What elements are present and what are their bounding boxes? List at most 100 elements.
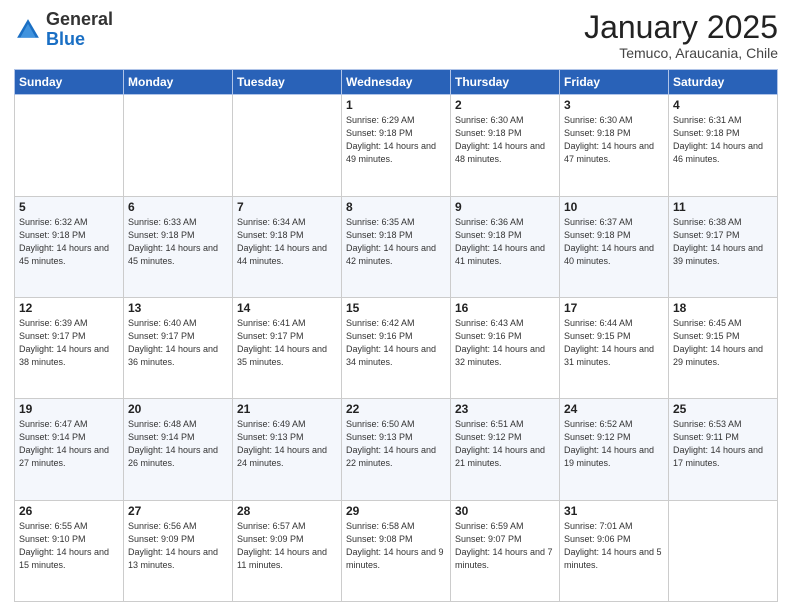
table-row: 19 Sunrise: 6:47 AM Sunset: 9:14 PM Dayli… <box>15 399 124 500</box>
logo-icon <box>14 16 42 44</box>
table-row: 8 Sunrise: 6:35 AM Sunset: 9:18 PM Daylig… <box>342 196 451 297</box>
table-row: 21 Sunrise: 6:49 AM Sunset: 9:13 PM Dayli… <box>233 399 342 500</box>
day-number: 19 <box>19 402 119 416</box>
day-number: 6 <box>128 200 228 214</box>
day-number: 24 <box>564 402 664 416</box>
table-row: 14 Sunrise: 6:41 AM Sunset: 9:17 PM Dayli… <box>233 297 342 398</box>
day-number: 18 <box>673 301 773 315</box>
table-row: 3 Sunrise: 6:30 AM Sunset: 9:18 PM Daylig… <box>560 95 669 196</box>
day-info: Sunrise: 6:45 AM Sunset: 9:15 PM Dayligh… <box>673 317 773 369</box>
day-info: Sunrise: 6:31 AM Sunset: 9:18 PM Dayligh… <box>673 114 773 166</box>
day-number: 5 <box>19 200 119 214</box>
table-row: 26Sunrise: 6:55 AM Sunset: 9:10 PM Dayli… <box>15 500 124 601</box>
day-info: Sunrise: 6:43 AM Sunset: 9:16 PM Dayligh… <box>455 317 555 369</box>
day-number: 4 <box>673 98 773 112</box>
table-row: 29 Sunrise: 6:58 AM Sunset: 9:08 PM Dayli… <box>342 500 451 601</box>
table-row: 12 Sunrise: 6:39 AM Sunset: 9:17 PM Dayli… <box>15 297 124 398</box>
day-number: 3 <box>564 98 664 112</box>
table-row: 22Sunrise: 6:50 AM Sunset: 9:13 PM Dayli… <box>342 399 451 500</box>
table-row: 9 Sunrise: 6:36 AM Sunset: 9:18 PM Daylig… <box>451 196 560 297</box>
day-number: 31 <box>564 504 664 518</box>
header: General Blue January 2025 Temuco, Arauca… <box>14 10 778 61</box>
day-info: Sunrise: 6:58 AM Sunset: 9:08 PM Dayligh… <box>346 520 446 572</box>
day-number: 12 <box>19 301 119 315</box>
calendar: Sunday Monday Tuesday Wednesday Thursday… <box>14 69 778 602</box>
day-number: 20 <box>128 402 228 416</box>
table-row: 2 Sunrise: 6:30 AM Sunset: 9:18 PM Daylig… <box>451 95 560 196</box>
day-info: Sunrise: 6:47 AM Sunset: 9:14 PM Dayligh… <box>19 418 119 470</box>
col-tuesday: Tuesday <box>233 70 342 95</box>
day-info: Sunrise: 6:35 AM Sunset: 9:18 PM Dayligh… <box>346 216 446 268</box>
col-wednesday: Wednesday <box>342 70 451 95</box>
day-info: Sunrise: 6:56 AM Sunset: 9:09 PM Dayligh… <box>128 520 228 572</box>
day-info: Sunrise: 6:59 AM Sunset: 9:07 PM Dayligh… <box>455 520 555 572</box>
day-number: 7 <box>237 200 337 214</box>
day-info: Sunrise: 6:30 AM Sunset: 9:18 PM Dayligh… <box>455 114 555 166</box>
day-info: Sunrise: 6:36 AM Sunset: 9:18 PM Dayligh… <box>455 216 555 268</box>
day-info: Sunrise: 6:33 AM Sunset: 9:18 PM Dayligh… <box>128 216 228 268</box>
day-number: 13 <box>128 301 228 315</box>
day-info: Sunrise: 6:49 AM Sunset: 9:13 PM Dayligh… <box>237 418 337 470</box>
day-info: Sunrise: 6:52 AM Sunset: 9:12 PM Dayligh… <box>564 418 664 470</box>
calendar-week-row: 1 Sunrise: 6:29 AM Sunset: 9:18 PM Daylig… <box>15 95 778 196</box>
day-number: 11 <box>673 200 773 214</box>
day-info: Sunrise: 6:48 AM Sunset: 9:14 PM Dayligh… <box>128 418 228 470</box>
col-saturday: Saturday <box>669 70 778 95</box>
logo: General Blue <box>14 10 113 50</box>
day-number: 26 <box>19 504 119 518</box>
calendar-header-row: Sunday Monday Tuesday Wednesday Thursday… <box>15 70 778 95</box>
day-number: 28 <box>237 504 337 518</box>
day-info: Sunrise: 6:42 AM Sunset: 9:16 PM Dayligh… <box>346 317 446 369</box>
day-number: 10 <box>564 200 664 214</box>
table-row: 10Sunrise: 6:37 AM Sunset: 9:18 PM Dayli… <box>560 196 669 297</box>
day-number: 27 <box>128 504 228 518</box>
table-row: 16 Sunrise: 6:43 AM Sunset: 9:16 PM Dayli… <box>451 297 560 398</box>
day-info: Sunrise: 6:32 AM Sunset: 9:18 PM Dayligh… <box>19 216 119 268</box>
day-number: 23 <box>455 402 555 416</box>
day-info: Sunrise: 6:39 AM Sunset: 9:17 PM Dayligh… <box>19 317 119 369</box>
table-row: 18 Sunrise: 6:45 AM Sunset: 9:15 PM Dayli… <box>669 297 778 398</box>
day-number: 2 <box>455 98 555 112</box>
day-number: 14 <box>237 301 337 315</box>
table-row: 27 Sunrise: 6:56 AM Sunset: 9:09 PM Dayli… <box>124 500 233 601</box>
table-row: 6 Sunrise: 6:33 AM Sunset: 9:18 PM Daylig… <box>124 196 233 297</box>
day-info: Sunrise: 6:53 AM Sunset: 9:11 PM Dayligh… <box>673 418 773 470</box>
logo-blue-text: Blue <box>46 29 85 49</box>
logo-text: General Blue <box>46 10 113 50</box>
col-friday: Friday <box>560 70 669 95</box>
calendar-week-row: 26Sunrise: 6:55 AM Sunset: 9:10 PM Dayli… <box>15 500 778 601</box>
day-info: Sunrise: 6:29 AM Sunset: 9:18 PM Dayligh… <box>346 114 446 166</box>
day-number: 25 <box>673 402 773 416</box>
table-row: 17 Sunrise: 6:44 AM Sunset: 9:15 PM Dayli… <box>560 297 669 398</box>
day-number: 8 <box>346 200 446 214</box>
table-row: 15 Sunrise: 6:42 AM Sunset: 9:16 PM Dayli… <box>342 297 451 398</box>
table-row <box>15 95 124 196</box>
col-sunday: Sunday <box>15 70 124 95</box>
month-title: January 2025 <box>584 10 778 45</box>
logo-general-text: General <box>46 9 113 29</box>
day-info: Sunrise: 7:01 AM Sunset: 9:06 PM Dayligh… <box>564 520 664 572</box>
calendar-week-row: 5 Sunrise: 6:32 AM Sunset: 9:18 PM Daylig… <box>15 196 778 297</box>
table-row <box>124 95 233 196</box>
page: General Blue January 2025 Temuco, Arauca… <box>0 0 792 612</box>
day-number: 21 <box>237 402 337 416</box>
day-info: Sunrise: 6:41 AM Sunset: 9:17 PM Dayligh… <box>237 317 337 369</box>
col-thursday: Thursday <box>451 70 560 95</box>
day-number: 17 <box>564 301 664 315</box>
day-info: Sunrise: 6:30 AM Sunset: 9:18 PM Dayligh… <box>564 114 664 166</box>
table-row: 20 Sunrise: 6:48 AM Sunset: 9:14 PM Dayli… <box>124 399 233 500</box>
day-number: 16 <box>455 301 555 315</box>
day-info: Sunrise: 6:57 AM Sunset: 9:09 PM Dayligh… <box>237 520 337 572</box>
calendar-week-row: 12 Sunrise: 6:39 AM Sunset: 9:17 PM Dayli… <box>15 297 778 398</box>
table-row: 23Sunrise: 6:51 AM Sunset: 9:12 PM Dayli… <box>451 399 560 500</box>
day-number: 15 <box>346 301 446 315</box>
table-row: 13Sunrise: 6:40 AM Sunset: 9:17 PM Dayli… <box>124 297 233 398</box>
table-row: 24 Sunrise: 6:52 AM Sunset: 9:12 PM Dayli… <box>560 399 669 500</box>
day-number: 29 <box>346 504 446 518</box>
day-number: 1 <box>346 98 446 112</box>
col-monday: Monday <box>124 70 233 95</box>
table-row: 1 Sunrise: 6:29 AM Sunset: 9:18 PM Daylig… <box>342 95 451 196</box>
day-number: 9 <box>455 200 555 214</box>
table-row: 7Sunrise: 6:34 AM Sunset: 9:18 PM Daylig… <box>233 196 342 297</box>
day-info: Sunrise: 6:44 AM Sunset: 9:15 PM Dayligh… <box>564 317 664 369</box>
